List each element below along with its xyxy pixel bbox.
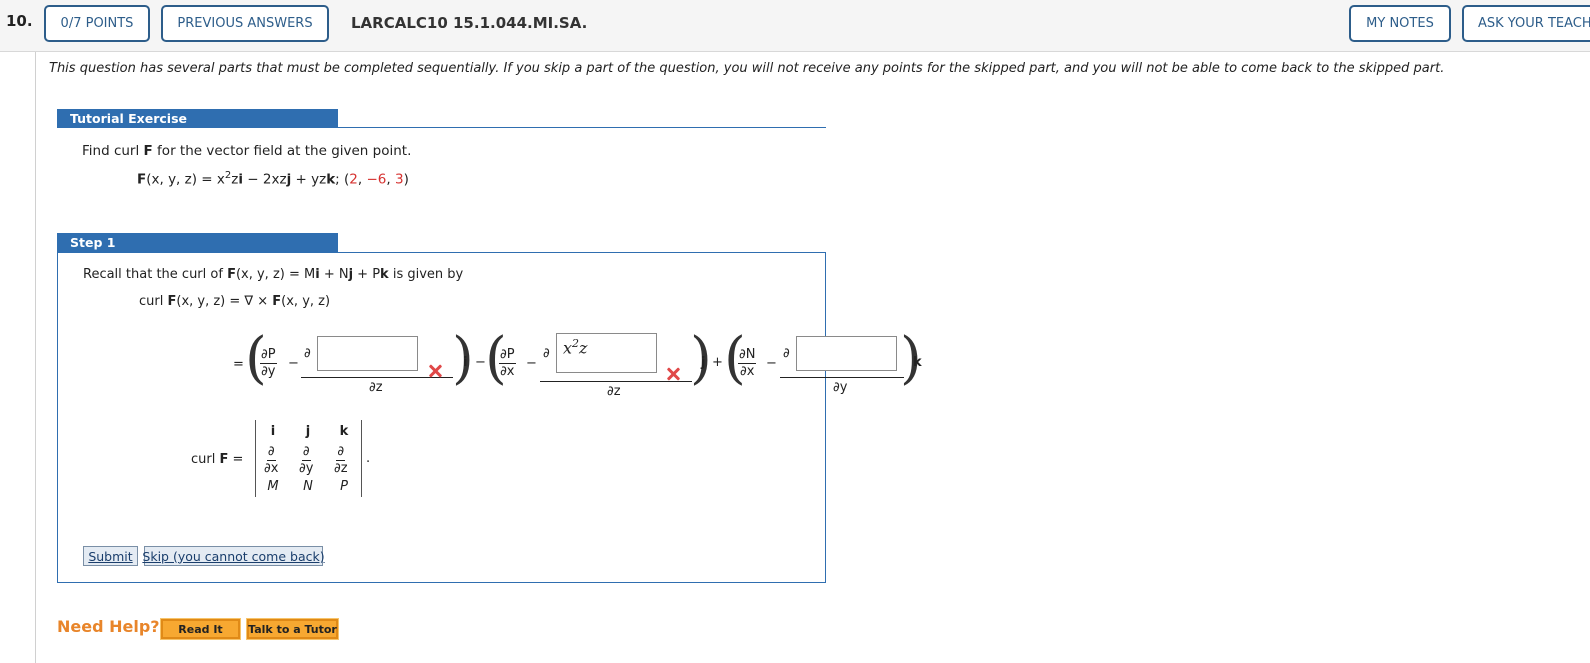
curl-F-label: curl F = [191, 452, 244, 467]
dP-dx-fraction: ∂P ∂x [499, 347, 516, 379]
submit-button[interactable]: Submit [83, 546, 138, 566]
incorrect-x-icon-2 [666, 367, 680, 381]
dP-dy-fraction: ∂P ∂y [260, 347, 277, 379]
det-M: M [267, 479, 279, 494]
unit-j: j [701, 355, 706, 370]
question-code: LARCALC10 15.1.044.MI.SA. [351, 14, 588, 32]
answer-input-2[interactable]: x2z [556, 333, 657, 373]
minus-sign: − [766, 356, 777, 371]
det-k: k [339, 424, 349, 439]
plus-sign: + [712, 355, 723, 370]
minus-sign: − [526, 356, 537, 371]
talk-to-tutor-button[interactable]: Talk to a Tutor [246, 618, 339, 640]
dz-denominator-1: ∂z [369, 380, 383, 395]
points-button[interactable]: 0/7 POINTS [44, 5, 150, 42]
tutorial-divider [338, 127, 826, 128]
unit-i: i [463, 355, 468, 370]
dz-denominator-2: ∂z [607, 384, 621, 399]
determinant-right-bar [361, 420, 362, 497]
ask-teacher-button[interactable]: ASK YOUR TEACHER [1462, 5, 1590, 42]
tutorial-exercise-label: Tutorial Exercise [57, 109, 338, 128]
answer-input-1[interactable] [317, 336, 418, 371]
fraction-line-2 [540, 381, 692, 382]
partial-symbol: ∂ [304, 346, 311, 361]
point-x: 2 [349, 171, 358, 188]
read-it-button[interactable]: Read It [160, 618, 241, 640]
dy-denominator: ∂y [833, 380, 848, 395]
det-d-dx: ∂ ∂x [264, 444, 279, 476]
det-i: i [270, 424, 276, 439]
step1-label: Step 1 [57, 233, 338, 252]
partial-symbol: ∂ [783, 346, 790, 361]
period: . [366, 451, 371, 466]
fraction-line-3 [780, 377, 904, 378]
equals-sign: = [233, 357, 244, 372]
det-N: N [303, 479, 313, 494]
question-number: 10. [6, 12, 33, 30]
curl-definition: curl F(x, y, z) = ∇ × F(x, y, z) [139, 294, 331, 309]
vector-field-expression: F(x, y, z) = x2zi − 2xzj + yzk; (2, −6, … [137, 170, 409, 188]
recall-text: Recall that the curl of F(x, y, z) = Mi … [83, 267, 464, 282]
question-header: 10. 0/7 POINTS PREVIOUS ANSWERS LARCALC1… [0, 0, 1590, 52]
determinant-left-bar [255, 420, 256, 497]
det-d-dz: ∂ ∂z [334, 444, 348, 476]
det-P: P [340, 479, 348, 494]
det-d-dy: ∂ ∂y [299, 444, 314, 476]
need-help-label: Need Help? [57, 617, 160, 636]
unit-k: k [913, 355, 922, 370]
my-notes-button[interactable]: MY NOTES [1349, 5, 1451, 42]
left-border [35, 52, 36, 663]
previous-answers-button[interactable]: PREVIOUS ANSWERS [161, 5, 329, 42]
skip-button[interactable]: Skip (you cannot come back) [142, 546, 325, 566]
point-y: −6 [366, 171, 387, 188]
partial-symbol: ∂ [543, 346, 550, 361]
point-z: 3 [394, 171, 404, 188]
det-j: j [305, 424, 311, 439]
dN-dx-fraction: ∂N ∂x [738, 347, 757, 379]
minus-sign: − [288, 356, 299, 371]
intro-text: This question has several parts that mus… [49, 61, 1445, 76]
answer-input-3[interactable] [796, 336, 897, 371]
tutorial-prompt: Find curl F for the vector field at the … [82, 143, 412, 159]
incorrect-x-icon-1 [428, 364, 442, 378]
